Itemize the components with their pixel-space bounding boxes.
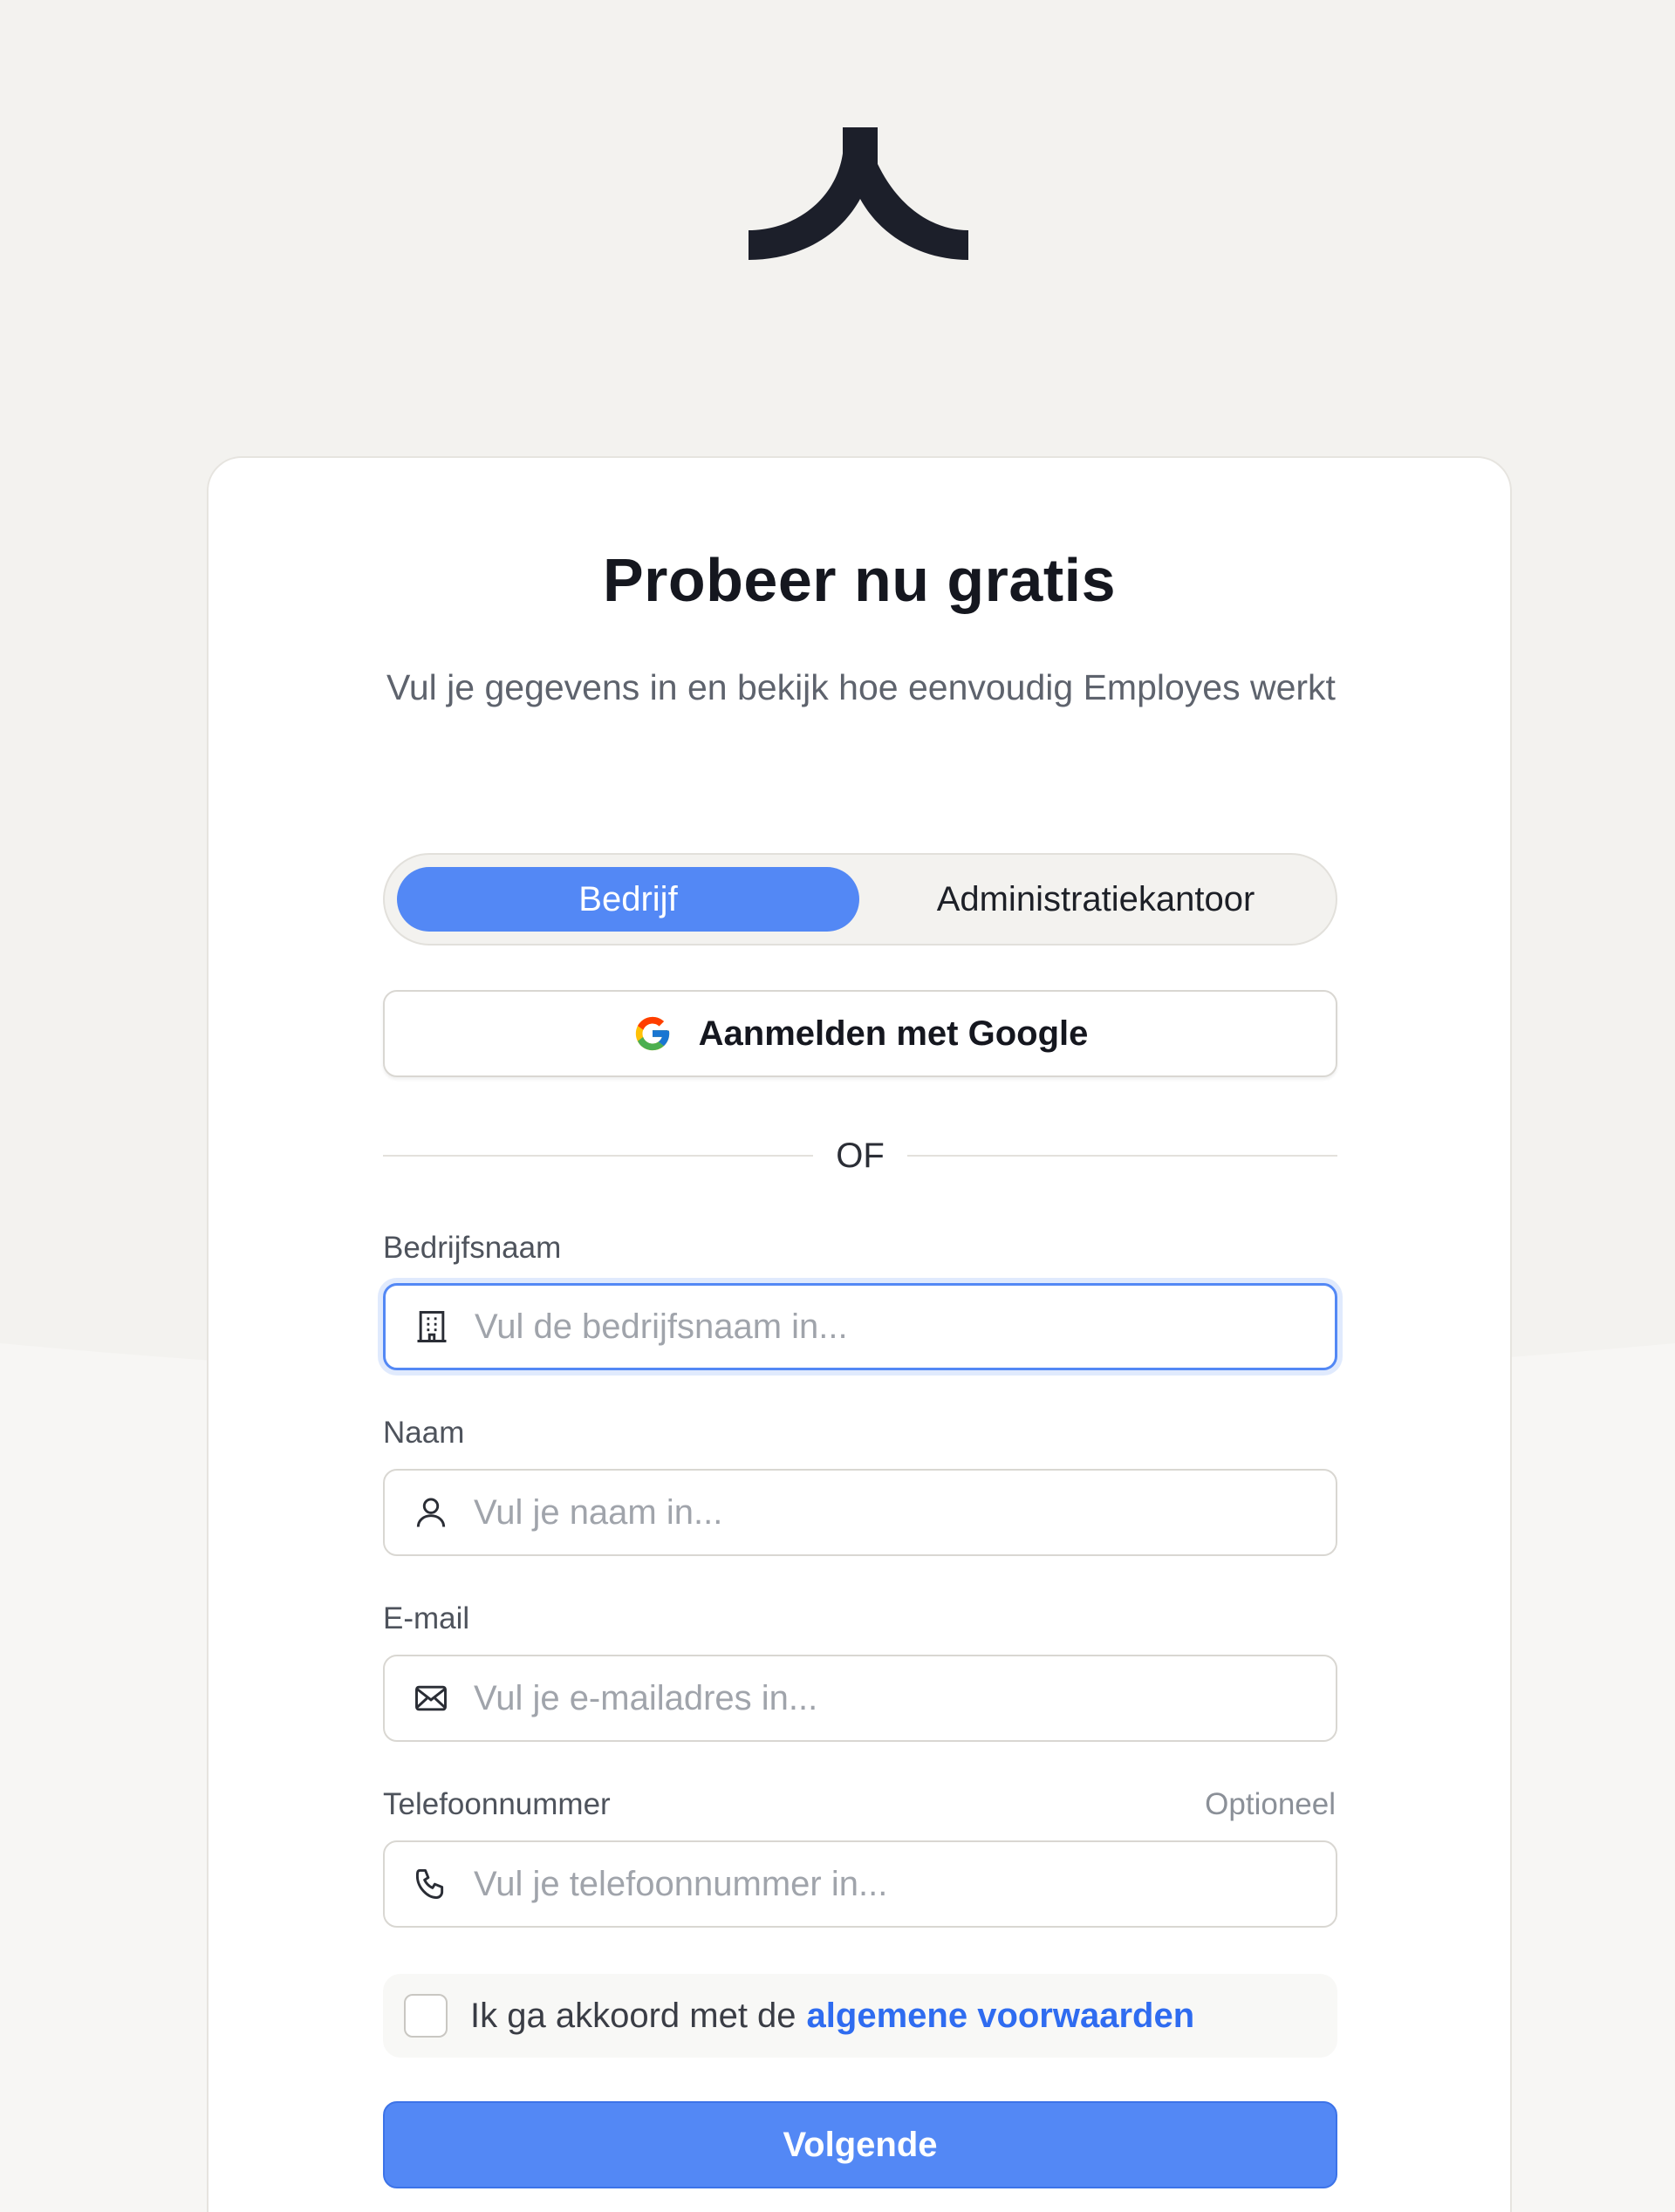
company-input[interactable]	[475, 1286, 1335, 1368]
name-input[interactable]	[474, 1471, 1336, 1554]
google-icon	[635, 1016, 669, 1051]
divider-line-left	[383, 1155, 814, 1157]
phone-optional-hint: Optioneel	[1205, 1787, 1336, 1821]
signup-card: Probeer nu gratis Vul je gegevens in en …	[207, 456, 1512, 2212]
company-field	[383, 1283, 1337, 1370]
phone-field	[383, 1840, 1337, 1928]
name-label: Naam	[383, 1416, 465, 1450]
name-field	[383, 1469, 1337, 1556]
phone-label: Telefoonnummer	[383, 1787, 611, 1821]
signup-page: Probeer nu gratis Vul je gegevens in en …	[0, 0, 1675, 2212]
page-title: Probeer nu gratis	[602, 546, 1117, 614]
terms-link[interactable]: algemene voorwaarden	[807, 1997, 1195, 2036]
company-label: Bedrijfsnaam	[383, 1231, 562, 1265]
terms-checkbox[interactable]	[404, 1994, 448, 2038]
divider-line-right	[906, 1155, 1338, 1157]
building-icon	[410, 1305, 454, 1348]
page-subtitle: Vul je gegevens in en bekijk hoe eenvoud…	[386, 667, 1336, 707]
divider-label: OF	[836, 1136, 885, 1175]
email-label: E-mail	[383, 1601, 470, 1635]
segment-bedrijf[interactable]: Bedrijf	[397, 867, 859, 932]
terms-text: Ik ga akkoord met de	[470, 1996, 796, 2035]
email-input[interactable]	[474, 1656, 1336, 1740]
segment-administratiekantoor[interactable]: Administratiekantoor	[865, 867, 1327, 932]
google-button-label: Aanmelden met Google	[698, 1014, 1089, 1053]
user-icon	[409, 1491, 453, 1534]
google-signin-button[interactable]: Aanmelden met Google	[383, 990, 1337, 1077]
phone-icon	[409, 1862, 453, 1906]
terms-row: Ik ga akkoord met de algemene voorwaarde…	[383, 1974, 1337, 2058]
or-divider: OF	[383, 1130, 1338, 1182]
phone-input[interactable]	[474, 1842, 1336, 1926]
account-type-toggle: Bedrijf Administratiekantoor	[383, 853, 1337, 946]
email-field	[383, 1655, 1337, 1742]
employes-logo-icon	[749, 127, 968, 260]
next-button[interactable]: Volgende	[383, 2101, 1337, 2188]
mail-icon	[409, 1676, 453, 1720]
